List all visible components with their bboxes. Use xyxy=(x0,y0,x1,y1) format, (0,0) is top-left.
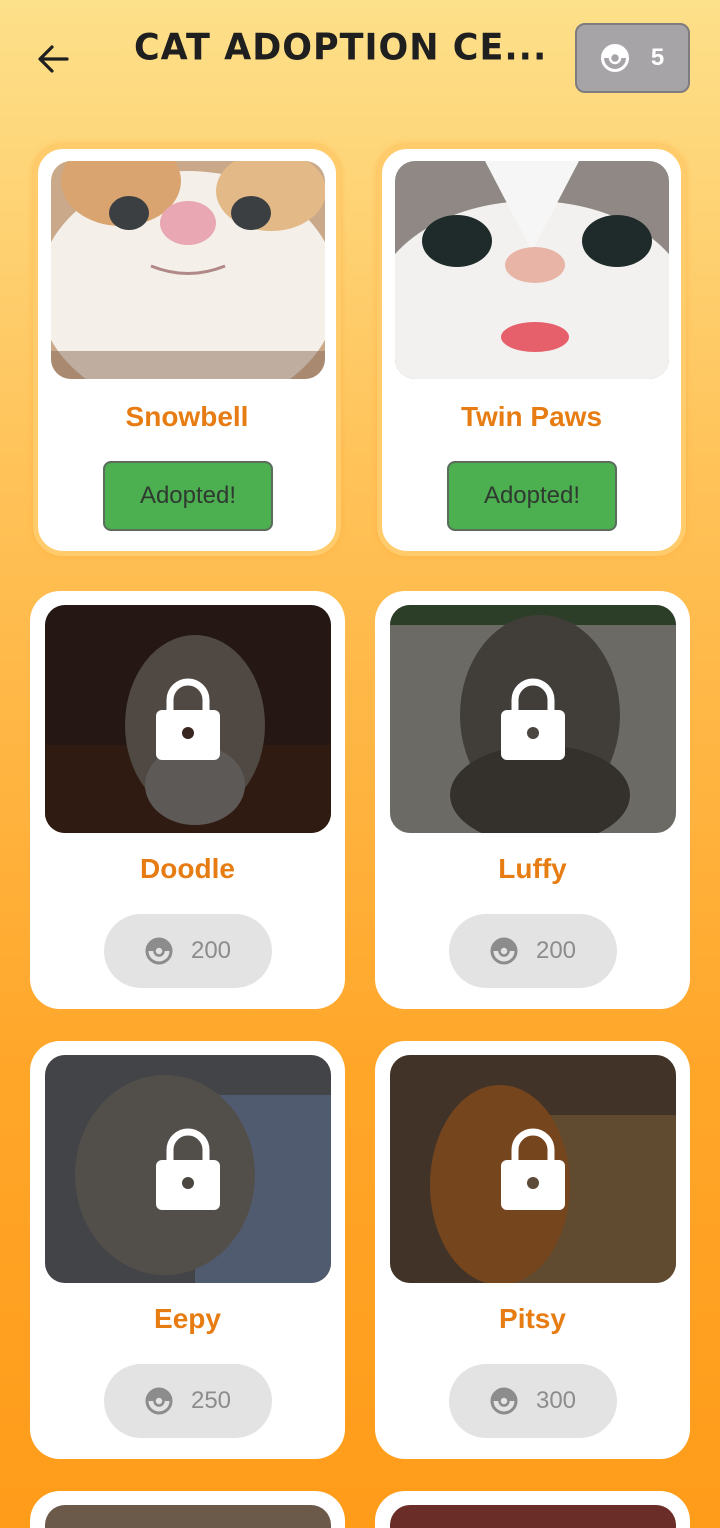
app-header: Cat Adoption Ce... 5 xyxy=(0,0,720,120)
cat-photo xyxy=(45,1505,331,1528)
price-label: 250 xyxy=(190,1387,232,1414)
cat-photo xyxy=(51,161,325,379)
arrow-left-icon xyxy=(38,45,69,73)
price-label: 200 xyxy=(190,937,232,964)
cat-card-snowbell[interactable]: Snowbell Adopted! xyxy=(33,144,341,556)
cat-card-doodle[interactable]: Doodle 200 xyxy=(30,591,345,1009)
coin-count: 5 xyxy=(650,44,665,71)
lock-icon xyxy=(156,1128,220,1210)
cat-card-luffy[interactable]: Luffy 200 xyxy=(375,591,690,1009)
cat-name: Eepy xyxy=(154,1303,221,1334)
cat-card-twin-paws[interactable]: Twin Paws Adopted! xyxy=(377,144,686,556)
cat-photo xyxy=(390,605,676,833)
cat-name: Pitsy xyxy=(499,1303,566,1334)
pokeball-icon xyxy=(490,1387,518,1415)
lock-icon xyxy=(156,678,220,760)
price-button[interactable]: 250 xyxy=(104,1364,272,1438)
cat-photo xyxy=(45,605,331,833)
lock-icon xyxy=(501,1128,565,1210)
cat-name: Luffy xyxy=(498,853,567,884)
lock-icon xyxy=(501,678,565,760)
cat-card-partial-right[interactable] xyxy=(375,1491,690,1528)
cat-card-eepy[interactable]: Eepy 250 xyxy=(30,1041,345,1459)
pokeball-icon xyxy=(145,1387,173,1415)
price-label: 200 xyxy=(535,937,577,964)
cat-name: Snowbell xyxy=(125,401,249,432)
price-button[interactable]: 200 xyxy=(104,914,272,988)
cat-photo xyxy=(390,1055,676,1283)
price-button[interactable]: 300 xyxy=(449,1364,617,1438)
cat-name: Doodle xyxy=(140,853,235,884)
pokeball-icon xyxy=(490,937,518,965)
cat-card-pitsy[interactable]: Pitsy 300 xyxy=(375,1041,690,1459)
coin-balance-badge[interactable]: 5 xyxy=(575,23,690,93)
price-label: 300 xyxy=(535,1387,577,1414)
cat-card-partial-left[interactable] xyxy=(30,1491,345,1528)
page-title: Cat Adoption Ce... xyxy=(134,27,548,69)
cat-photo xyxy=(395,161,669,379)
pokeball-icon xyxy=(145,937,173,965)
pokeball-icon xyxy=(600,44,629,72)
adopted-button[interactable]: Adopted! xyxy=(447,461,617,531)
adopted-button[interactable]: Adopted! xyxy=(103,461,273,531)
cat-photo xyxy=(45,1055,331,1283)
price-button[interactable]: 200 xyxy=(449,914,617,988)
cat-photo xyxy=(390,1505,676,1528)
cat-name: Twin Paws xyxy=(460,401,603,432)
back-button[interactable] xyxy=(30,36,76,82)
